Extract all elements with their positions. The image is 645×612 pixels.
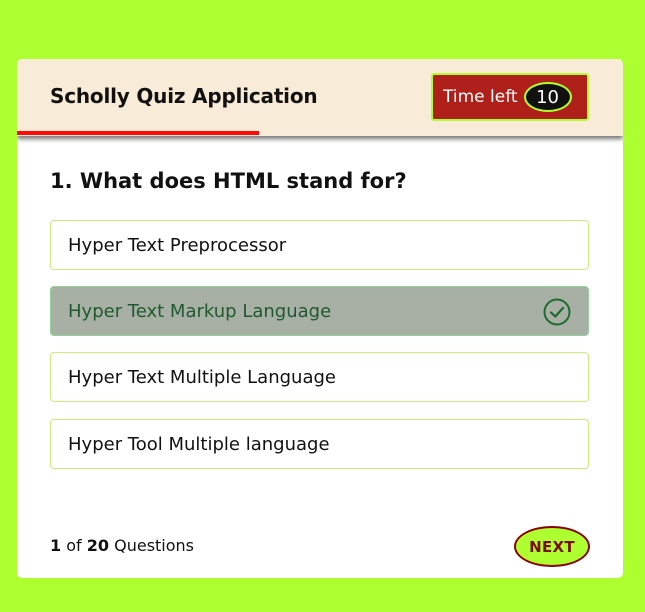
app-title: Scholly Quiz Application <box>50 84 318 108</box>
question-text: 1. What does HTML stand for? <box>50 169 407 193</box>
time-progress-line <box>17 131 260 135</box>
option-label: Hyper Text Preprocessor <box>68 234 287 256</box>
questions-label: Questions <box>114 536 195 555</box>
timer-label: Time left <box>443 87 518 107</box>
option-4[interactable]: Hyper Tool Multiple language <box>50 419 589 469</box>
quiz-card: Scholly Quiz Application Time left 10 1.… <box>17 59 623 578</box>
option-1[interactable]: Hyper Text Preprocessor <box>50 220 589 270</box>
current-question-number: 1 <box>50 536 62 555</box>
next-button[interactable]: NEXT <box>514 526 590 567</box>
option-label: Hyper Text Markup Language <box>68 300 332 322</box>
option-2[interactable]: Hyper Text Markup Language <box>50 286 589 336</box>
option-3[interactable]: Hyper Text Multiple Language <box>50 352 589 402</box>
timer-count: 10 <box>523 82 572 112</box>
option-label: Hyper Text Multiple Language <box>68 366 336 388</box>
quiz-header: Scholly Quiz Application Time left 10 <box>17 59 623 136</box>
total-questions-number: 20 <box>86 536 110 555</box>
timer: Time left 10 <box>431 73 589 121</box>
question-counter: 1 of 20 Questions <box>50 536 194 555</box>
option-label: Hyper Tool Multiple language <box>68 433 330 455</box>
of-label: of <box>66 536 82 555</box>
check-circle-icon <box>543 298 571 326</box>
